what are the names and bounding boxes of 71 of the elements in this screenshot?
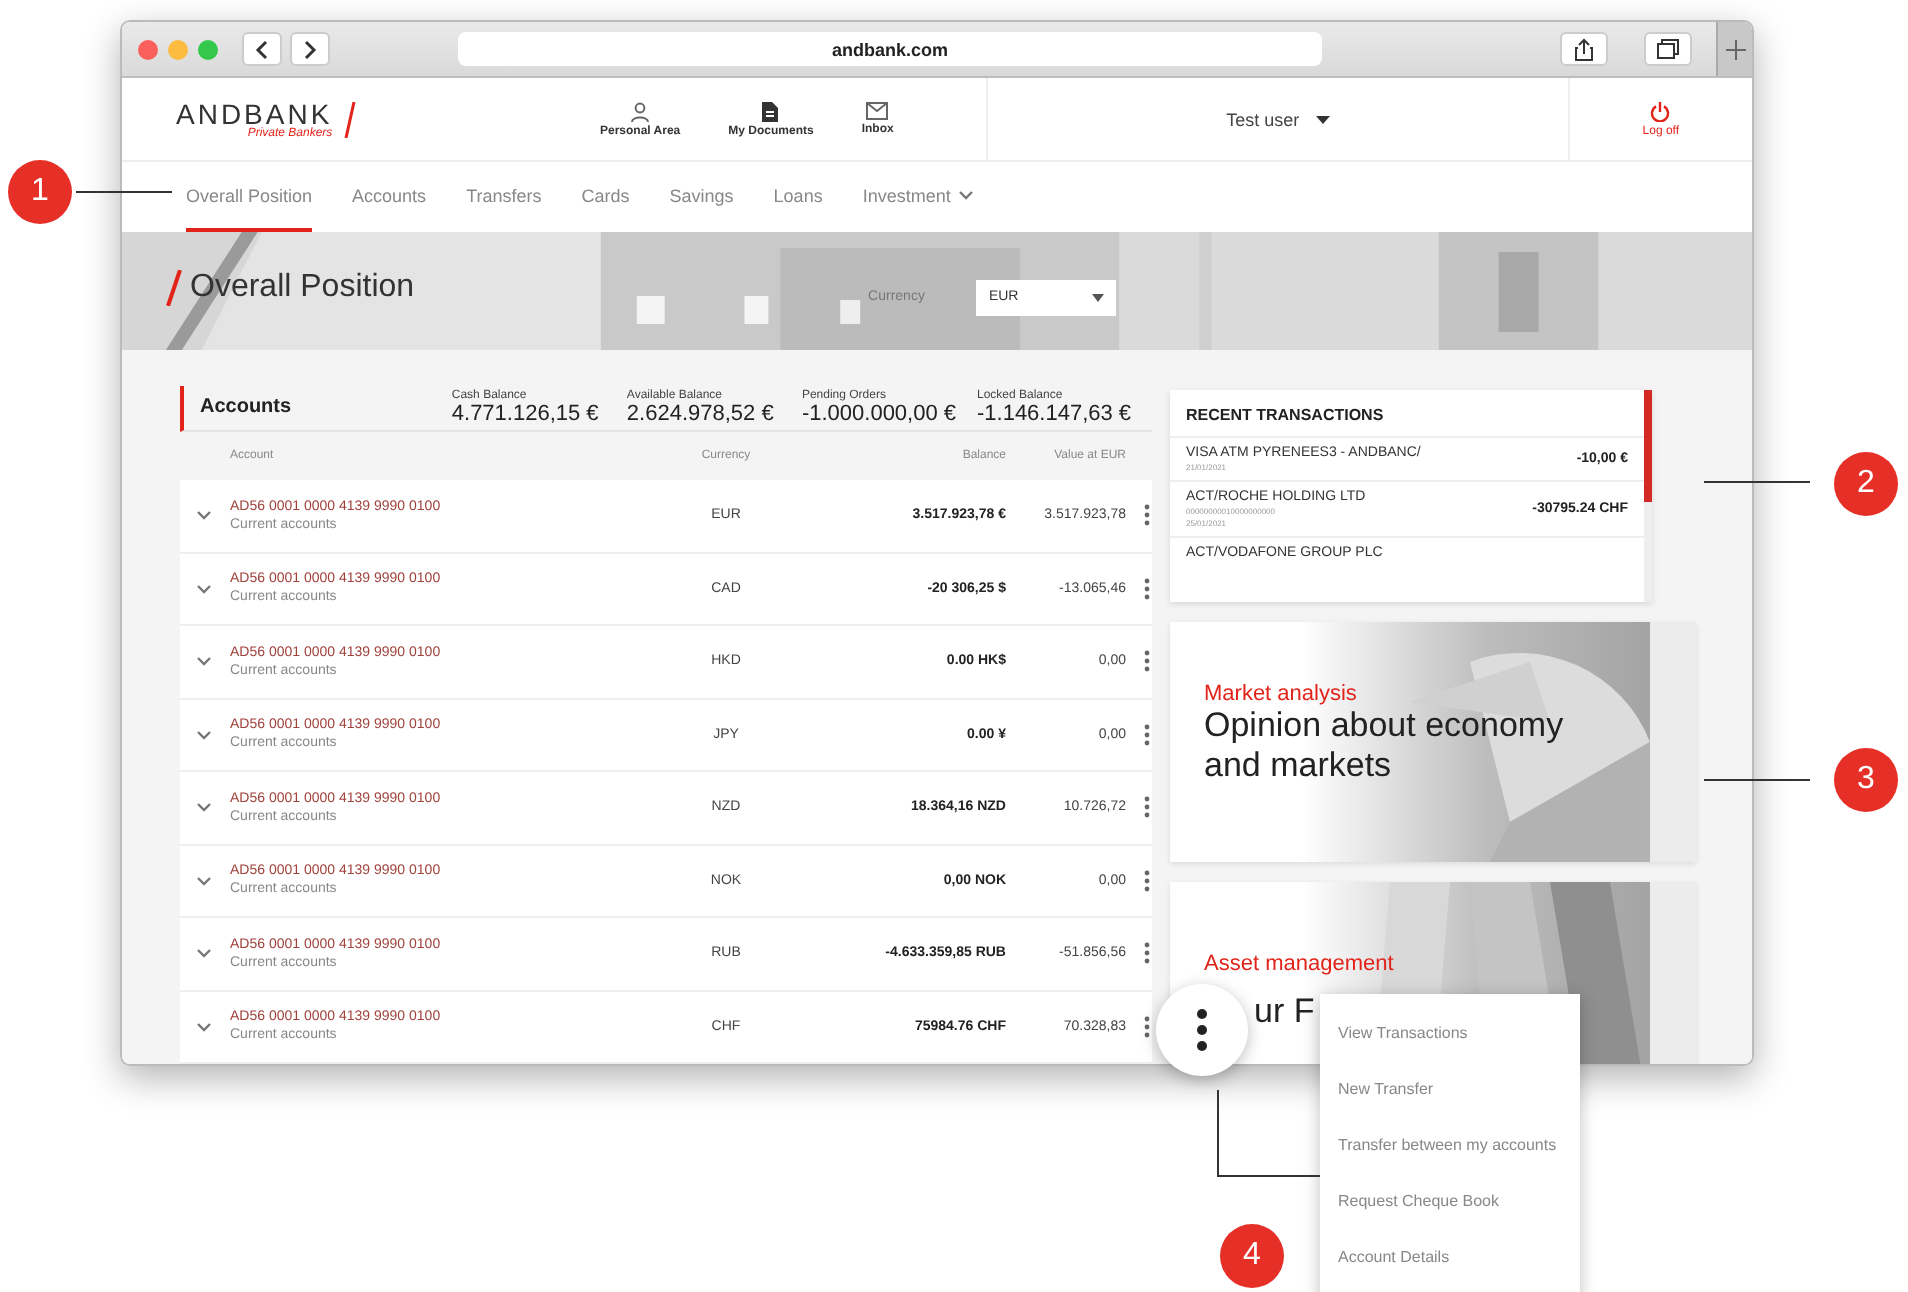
leader-line [75,191,173,193]
nav-tab[interactable]: Cards [581,162,630,232]
user-menu[interactable]: Test user [985,78,1568,160]
promo-category: Asset management [1204,952,1396,976]
nav-tab[interactable]: Investment [862,162,975,232]
address-bar[interactable]: andbank.com [458,32,1322,66]
back-button[interactable] [242,32,282,66]
forward-button[interactable] [290,32,330,66]
callout-number: 3 [1834,748,1898,812]
leader-line [1217,1089,1321,1177]
chevron-down-icon [958,190,975,200]
caret-icon [1092,293,1105,301]
logo-text: ANDBANK [176,99,333,127]
callout-number: 4 [1220,1224,1284,1288]
document-icon [762,101,779,121]
page-title: Overall Position [190,270,415,306]
more-icon[interactable] [1144,796,1150,819]
chevron-down-icon [196,510,212,520]
chevron-down-icon [196,656,212,666]
promo-category: Market analysis [1204,682,1359,706]
chevron-down-icon [196,583,212,593]
more-icon[interactable] [1144,723,1150,746]
menu-item[interactable]: New Transfer [1320,1060,1580,1116]
chevron-down-icon [196,1021,212,1031]
chevron-down-icon [196,875,212,885]
slash-icon [344,101,357,137]
promo-card[interactable]: Market analysis Opinion about economy and markets [1170,622,1696,862]
summary-value: 2.624.978,52 € [626,401,776,426]
chevron-down-icon [196,948,212,958]
share-icon [1574,37,1594,61]
more-icon[interactable] [1144,504,1150,527]
more-icon[interactable] [1144,577,1150,600]
more-icon[interactable] [1144,869,1150,892]
slash-icon [166,270,182,306]
menu-item[interactable]: Request Cheque Book [1320,1172,1580,1228]
nav-tab[interactable]: Accounts [352,162,427,232]
mail-icon [866,101,889,119]
nav-tab[interactable]: Loans [773,162,823,232]
tabs-button[interactable] [1644,32,1692,66]
scrollbar-thumb[interactable] [1644,390,1652,502]
callout-number: 1 [8,160,72,224]
chevron-down-icon [196,802,212,812]
new-tab-button[interactable] [1716,22,1752,76]
caret-icon [1315,115,1330,123]
back-icon [254,39,270,59]
more-icon[interactable] [1144,650,1150,673]
plus-icon [1725,39,1745,59]
promo-title: ur F [1252,992,1317,1032]
leader-line [1703,779,1811,781]
menu-item[interactable]: View Transactions [1320,1004,1580,1060]
menu-item[interactable]: Transfer between my accounts [1320,1116,1580,1172]
summary-value: -1.000.000,00 € [801,401,959,426]
leader-line [1703,481,1811,483]
tabs-icon [1656,38,1680,60]
chevron-down-icon [196,729,212,739]
section-title: Accounts [200,396,294,419]
share-button[interactable] [1560,32,1608,66]
summary-value: -1.146.147,63 € [976,401,1134,426]
forward-icon [302,39,318,59]
power-icon [1650,101,1671,121]
nav-tab[interactable]: Savings [669,162,734,232]
more-icon [1196,1008,1208,1052]
promo-title: Opinion about economy and markets [1204,706,1566,786]
more-icon[interactable] [1144,942,1150,965]
callout-number: 2 [1834,452,1898,516]
menu-item[interactable]: Account Details [1320,1228,1580,1284]
summary-value: 4.771.126,15 € [451,401,601,426]
nav-tab[interactable]: Transfers [466,162,542,232]
person-icon [630,101,651,121]
card-title: RECENT TRANSACTIONS [1184,404,1386,428]
more-icon[interactable] [1144,1015,1150,1038]
